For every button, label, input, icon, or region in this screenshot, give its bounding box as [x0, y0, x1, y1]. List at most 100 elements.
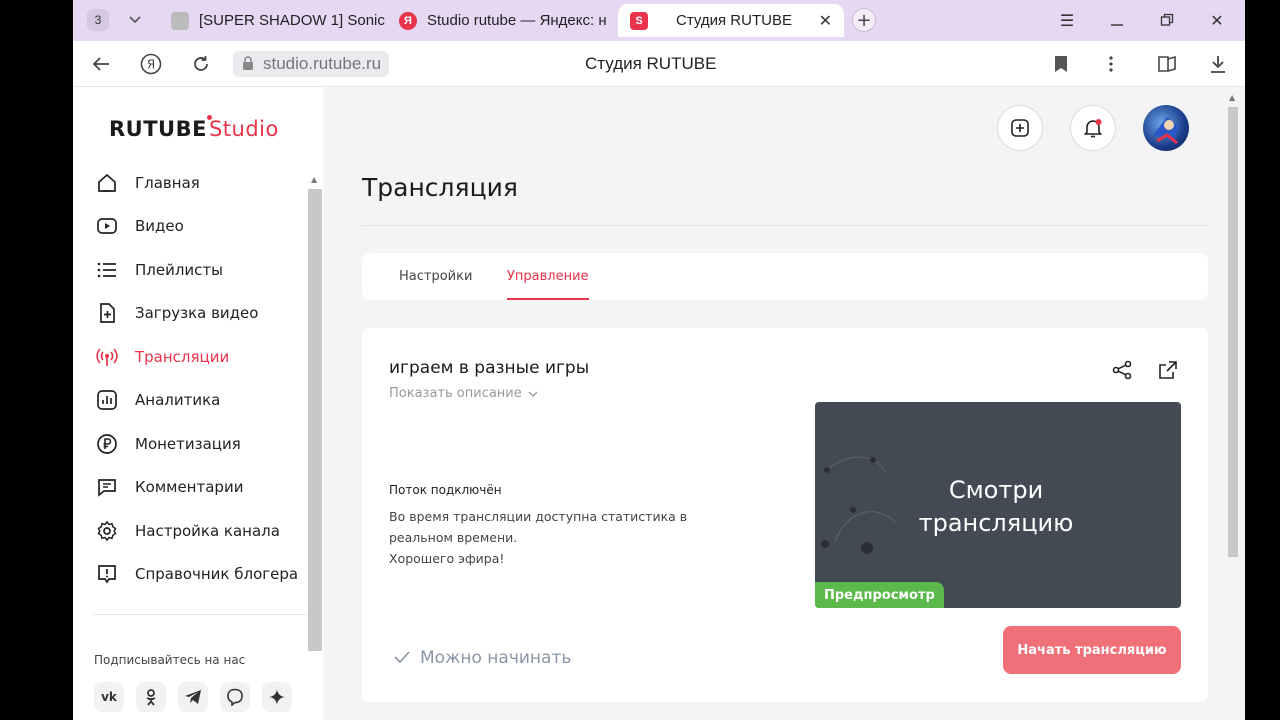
- browser-tab-sonic[interactable]: [SUPER SHADOW 1] Sonic: [171, 4, 386, 37]
- follow-us-label: Подписывайтесь на нас: [94, 653, 246, 667]
- logo-suffix: Studio: [206, 115, 279, 141]
- home-icon: [95, 171, 119, 195]
- browser-tab-yandex[interactable]: Я Studio rutube — Яндекс: н: [399, 4, 609, 37]
- tab-count-badge[interactable]: 3: [87, 9, 109, 31]
- ok-icon[interactable]: [136, 682, 166, 712]
- sidebar-item-label: Справочник блогера: [135, 565, 299, 584]
- tab-management[interactable]: Управление: [507, 269, 589, 284]
- url-field[interactable]: studio.rutube.ru: [233, 51, 390, 77]
- tab-settings[interactable]: Настройки: [399, 269, 472, 284]
- stream-card: играем в разные игры Показать описание П…: [362, 328, 1208, 702]
- vk-icon[interactable]: vk: [94, 682, 124, 712]
- active-tab-underline: [507, 298, 589, 300]
- info-icon: [95, 562, 119, 586]
- gear-icon: [95, 519, 119, 543]
- collections-icon[interactable]: [1155, 52, 1179, 76]
- upload-file-icon: [95, 301, 119, 325]
- page-tabs: Настройки Управление: [362, 253, 1208, 300]
- sidebar-item-upload[interactable]: Загрузка видео: [95, 292, 315, 336]
- downloads-icon[interactable]: [1206, 52, 1230, 76]
- svg-text:Я: Я: [147, 58, 155, 72]
- ruble-icon: [95, 432, 119, 456]
- tab-label: Studio rutube — Яндекс: н: [427, 12, 607, 29]
- bookmark-icon[interactable]: [1049, 52, 1073, 76]
- sidebar-item-channel-settings[interactable]: Настройка канала: [95, 509, 315, 553]
- video-icon: [95, 214, 119, 238]
- stream-status-heading: Поток подключён: [389, 483, 502, 497]
- show-description-toggle[interactable]: Показать описание: [389, 386, 538, 401]
- analytics-icon: [95, 388, 119, 412]
- sidebar-item-label: Главная: [135, 173, 200, 192]
- sidebar-item-comments[interactable]: Комментарии: [95, 466, 315, 510]
- sidebar-item-label: Настройка канала: [135, 521, 280, 540]
- sidebar-item-label: Трансляции: [135, 347, 230, 366]
- sidebar-item-label: Комментарии: [135, 478, 244, 497]
- new-tab-button[interactable]: +: [852, 8, 876, 32]
- sidebar-item-playlists[interactable]: Плейлисты: [95, 248, 315, 292]
- reload-icon[interactable]: [189, 52, 213, 76]
- sidebar: RUTUBE Studio Главная Видео Плейлисты За…: [73, 87, 323, 720]
- tab-label: Студия RUTUBE: [676, 12, 792, 29]
- tabs-dropdown-icon[interactable]: [123, 8, 147, 32]
- share-icon[interactable]: [1110, 358, 1134, 382]
- sidebar-item-analytics[interactable]: Аналитика: [95, 379, 315, 423]
- dzen-icon[interactable]: [262, 682, 292, 712]
- sidebar-item-video[interactable]: Видео: [95, 205, 315, 249]
- create-button[interactable]: [997, 105, 1043, 151]
- comments-icon: [95, 475, 119, 499]
- logo-brand: RUTUBE: [109, 117, 207, 141]
- open-external-icon[interactable]: [1156, 358, 1180, 382]
- avatar[interactable]: [1143, 105, 1189, 151]
- sidebar-item-label: Аналитика: [135, 391, 221, 410]
- close-window-icon[interactable]: ✕: [1205, 8, 1229, 32]
- menu-icon[interactable]: ☰: [1055, 8, 1079, 32]
- social-links: vk: [94, 682, 292, 712]
- stream-preview[interactable]: Смотри трансляцию Предпросмотр: [815, 402, 1181, 608]
- sidebar-item-label: Плейлисты: [135, 260, 224, 279]
- address-bar: Я studio.rutube.ru Студия RUTUBE: [73, 41, 1245, 87]
- rutube-favicon-icon: S: [630, 11, 648, 30]
- notifications-button[interactable]: [1070, 105, 1116, 151]
- sidebar-item-label: Загрузка видео: [135, 304, 259, 323]
- lock-icon: [242, 56, 254, 76]
- stream-info-text: Во время трансляции доступна статистика …: [389, 509, 688, 566]
- tab-label: [SUPER SHADOW 1] Sonic: [199, 12, 385, 29]
- sidebar-divider: [93, 614, 307, 615]
- ready-status: Можно начинать: [394, 648, 571, 668]
- more-options-icon[interactable]: [1099, 52, 1123, 76]
- preview-caption: Смотри трансляцию: [918, 476, 1074, 537]
- tab-bar: 3 [SUPER SHADOW 1] Sonic Я Studio rutube…: [73, 0, 1245, 41]
- chevron-down-icon: [528, 386, 538, 401]
- sidebar-item-label: Монетизация: [135, 434, 241, 453]
- sidebar-item-streams[interactable]: Трансляции: [95, 335, 315, 379]
- page-title-bar: Студия RUTUBE: [585, 54, 717, 73]
- page-title: Трансляция: [362, 173, 518, 202]
- sidebar-scrollbar[interactable]: ▲: [308, 175, 322, 655]
- sidebar-item-home[interactable]: Главная: [95, 161, 315, 205]
- stream-title: играем в разные игры: [389, 358, 590, 378]
- sidebar-item-label: Видео: [135, 217, 184, 236]
- list-icon: [95, 258, 119, 282]
- sidebar-item-monetization[interactable]: Монетизация: [95, 422, 315, 466]
- yandex-icon[interactable]: Я: [139, 52, 163, 76]
- close-tab-icon[interactable]: ✕: [819, 11, 832, 31]
- browser-window: 3 [SUPER SHADOW 1] Sonic Я Studio rutube…: [73, 0, 1245, 720]
- sidebar-nav: Главная Видео Плейлисты Загрузка видео Т…: [95, 161, 315, 596]
- sidebar-item-blogger-guide[interactable]: Справочник блогера: [95, 553, 315, 597]
- preview-badge: Предпросмотр: [815, 582, 944, 608]
- telegram-icon[interactable]: [178, 682, 208, 712]
- studio-page: RUTUBE Studio Главная Видео Плейлисты За…: [73, 87, 1245, 720]
- restore-icon[interactable]: [1155, 8, 1179, 32]
- ready-label: Можно начинать: [420, 648, 572, 668]
- back-arrow-icon[interactable]: [89, 52, 113, 76]
- page-scrollbar[interactable]: ▲: [1225, 87, 1241, 720]
- minimize-icon[interactable]: [1105, 8, 1129, 32]
- check-icon: [394, 648, 410, 668]
- browser-tab-studio[interactable]: S Студия RUTUBE ✕: [618, 4, 844, 37]
- show-description-label: Показать описание: [389, 386, 522, 401]
- viber-icon[interactable]: [220, 682, 250, 712]
- broadcast-icon: [95, 345, 119, 369]
- start-stream-button[interactable]: Начать трансляцию: [1003, 626, 1181, 674]
- rutube-studio-logo[interactable]: RUTUBE Studio: [109, 115, 279, 141]
- title-divider: [362, 225, 1208, 226]
